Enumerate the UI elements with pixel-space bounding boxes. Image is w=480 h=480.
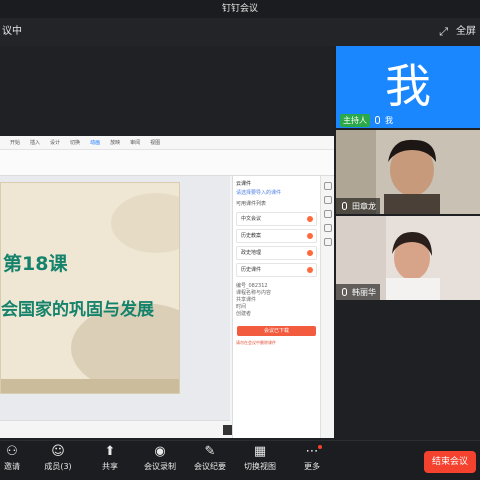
switch-view-label: 切换视图 (244, 462, 276, 471)
more-button[interactable]: ⋯ 更多 (298, 445, 326, 472)
ribbon-tab: 切换 (70, 140, 81, 146)
panel-item: 中文会议 (236, 212, 317, 226)
more-label: 更多 (304, 462, 320, 471)
slide-title: 会国家的巩固与发展 (1, 300, 154, 320)
panel-item: 历史课件 (236, 263, 317, 277)
participant-name: 韩丽华 (352, 287, 376, 297)
ribbon-tab: 审阅 (130, 140, 141, 146)
avatar: 我 (385, 59, 431, 113)
ribbon-tab: 设计 (50, 140, 61, 146)
record-icon: ◉ (154, 444, 166, 459)
end-meeting-button[interactable]: 结束会议 (424, 451, 476, 473)
panel-info-line: 课程名称与内容 (236, 290, 272, 296)
ribbon-tab: 视图 (150, 140, 161, 146)
grid-view-icon: ▦ (253, 444, 267, 459)
side-tool-strip (320, 176, 334, 438)
panel-link: 请选择要导入的课件 (236, 190, 282, 196)
share-screen-icon: ⬆ (104, 444, 116, 459)
participant-namebar: 田章龙 (336, 198, 380, 214)
side-panel: 云课件 请选择要导入的课件 可用课件列表 中文会议 历史教案 政史地理 历史课件… (232, 176, 320, 438)
status-dot-icon (307, 267, 313, 273)
slide-area: 第18课 会国家的巩固与发展 (0, 176, 232, 438)
ribbon-tab: 动画 (90, 140, 101, 146)
host-badge: 主持人 (340, 113, 370, 127)
fullscreen-button[interactable]: 全屏 (456, 18, 476, 46)
window-title: 钉钉会议 (221, 4, 258, 14)
panel-warning: 请勿在会议中删除课件 (236, 340, 276, 345)
status-dot-icon (307, 216, 313, 222)
members-button[interactable]: ☺ 成员(3) (40, 445, 76, 472)
ribbon-toolbar (0, 150, 334, 176)
panel-item: 政史地理 (236, 246, 317, 260)
slide-lesson-number: 第18课 (3, 253, 68, 275)
ribbon-tab: 插入 (30, 140, 41, 146)
tool-icon (323, 210, 332, 218)
share-label: 共享 (102, 462, 118, 471)
minutes-button[interactable]: ✎ 会议纪要 (192, 445, 228, 472)
panel-item-label: 中文会议 (241, 216, 262, 222)
slide-decoration (111, 193, 179, 253)
microphone-icon (375, 116, 380, 124)
microphone-icon (342, 202, 347, 210)
play-icon (223, 425, 232, 435)
tool-icon (323, 182, 332, 190)
microphone-icon (342, 288, 347, 296)
window-title-bar: 钉钉会议 (0, 0, 480, 18)
record-button[interactable]: ◉ 会议录制 (142, 445, 178, 472)
status-dot-icon (307, 233, 313, 239)
panel-info-line: 创建者 (236, 311, 252, 317)
panel-info-line: 时间 (236, 304, 247, 310)
slide-border-band (1, 379, 179, 393)
members-label: 成员(3) (44, 462, 72, 471)
video-tile-self[interactable]: 我 主持人 我 (336, 46, 480, 128)
expand-icon[interactable]: ⤢ (439, 18, 448, 46)
share-button[interactable]: ⬆ 共享 (96, 445, 124, 472)
tool-icon (323, 196, 332, 204)
panel-section-title: 可用课件列表 (236, 201, 267, 207)
slide-status-bar (0, 420, 232, 438)
panel-action-button: 会议已下载 (237, 326, 316, 336)
panel-item-label: 历史教案 (241, 233, 262, 239)
meeting-toolbar: ⚇ 邀请 ☺ 成员(3) ⬆ 共享 ◉ 会议录制 ✎ 会议纪要 ▦ 切换视图 ⋯… (0, 440, 480, 480)
status-dot-icon (307, 250, 313, 256)
shared-screen: 开始 插入 设计 切换 动画 放映 审阅 视图 第18课 会国家的巩固与发展 云… (0, 136, 334, 438)
video-tile-participant[interactable]: 田章龙 (336, 130, 480, 214)
panel-item: 历史教案 (236, 229, 317, 243)
panel-info: 编号_082312 课程名称与内容 共享课件 时间 创建者 (236, 283, 317, 318)
fullscreen-control[interactable]: ⤢ 全屏 (439, 18, 476, 46)
tool-icon (323, 238, 332, 246)
invite-button[interactable]: ⚇ 邀请 (0, 445, 24, 472)
ribbon-tabs: 开始 插入 设计 切换 动画 放映 审阅 视图 (0, 136, 334, 150)
panel-header: 云课件 (236, 181, 252, 187)
meeting-status-bar: 议中 ⤢ 全屏 (0, 18, 480, 46)
main-stage: 开始 插入 设计 切换 动画 放映 审阅 视图 第18课 会国家的巩固与发展 云… (0, 46, 334, 440)
meeting-status: 议中 (2, 26, 22, 37)
participant-name: 田章龙 (352, 201, 376, 211)
panel-item-label: 历史课件 (241, 267, 262, 273)
ribbon-tab: 开始 (10, 140, 21, 146)
slide: 第18课 会国家的巩固与发展 (0, 182, 180, 394)
panel-item-label: 政史地理 (241, 250, 262, 256)
tool-icon (323, 224, 332, 232)
participant-namebar: 主持人 我 (336, 112, 397, 128)
add-person-icon: ⚇ (6, 444, 18, 459)
video-tile-participant[interactable]: 韩丽华 (336, 216, 480, 300)
notification-dot-icon (318, 445, 322, 449)
participant-namebar: 韩丽华 (336, 284, 380, 300)
panel-info-line: 共享课件 (236, 297, 257, 303)
ribbon-tab: 放映 (110, 140, 121, 146)
record-label: 会议录制 (144, 462, 176, 471)
switch-view-button[interactable]: ▦ 切换视图 (242, 445, 278, 472)
people-icon: ☺ (51, 444, 65, 459)
participant-name: 我 (385, 115, 393, 125)
invite-label: 邀请 (4, 462, 20, 471)
panel-info-line: 编号_082312 (236, 283, 268, 289)
minutes-icon: ✎ (204, 444, 216, 459)
minutes-label: 会议纪要 (194, 462, 226, 471)
